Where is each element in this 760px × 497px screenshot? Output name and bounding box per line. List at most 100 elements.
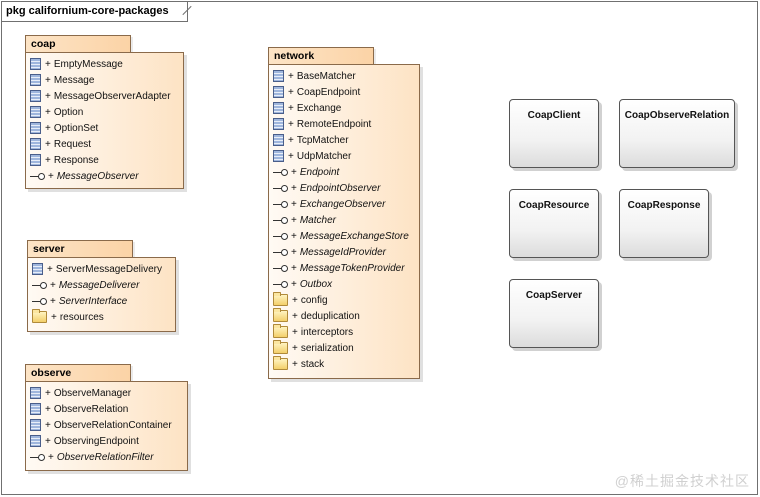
member-name: UdpMatcher [296, 150, 352, 162]
member-name: MessageObserver [56, 170, 139, 182]
visibility-marker: + [291, 166, 297, 178]
member-name: MessageTokenProvider [299, 262, 405, 274]
package-member[interactable]: + EmptyMessage [30, 56, 179, 72]
package-member[interactable]: + serialization [273, 340, 415, 356]
class-icon [30, 122, 41, 134]
visibility-marker: + [288, 150, 294, 162]
class-icon [273, 70, 284, 82]
package-member[interactable]: + EndpointObserver [273, 180, 415, 196]
folder-icon [32, 309, 47, 323]
package-member[interactable]: + UdpMatcher [273, 148, 415, 164]
class-coap-observe-relation[interactable]: CoapObserveRelation [619, 99, 735, 168]
member-name: BaseMatcher [296, 70, 356, 82]
visibility-marker: + [45, 435, 51, 447]
interface-icon [273, 198, 288, 211]
package-server-tab: server [27, 240, 133, 257]
package-member[interactable]: + Matcher [273, 212, 415, 228]
member-name: ObservingEndpoint [53, 435, 139, 447]
package-member[interactable]: + BaseMatcher [273, 68, 415, 84]
class-coap-client[interactable]: CoapClient [509, 99, 599, 168]
package-member[interactable]: + Message [30, 72, 179, 88]
member-name: deduplication [300, 310, 360, 322]
package-member[interactable]: + MessageObserver [30, 168, 179, 184]
package-member[interactable]: + Exchange [273, 100, 415, 116]
visibility-marker: + [288, 118, 294, 130]
package-member[interactable]: + ObserveRelationContainer [30, 417, 183, 433]
folder-icon [273, 356, 288, 370]
package-member[interactable]: + MessageObserverAdapter [30, 88, 179, 104]
package-observe-tab: observe [25, 364, 131, 381]
visibility-marker: + [45, 74, 51, 86]
visibility-marker: + [48, 451, 54, 463]
visibility-marker: + [292, 358, 298, 370]
package-member[interactable]: + MessageIdProvider [273, 244, 415, 260]
package-member[interactable]: + config [273, 292, 415, 308]
member-name: interceptors [300, 326, 354, 338]
class-icon [30, 90, 41, 102]
package-member[interactable]: + resources [32, 309, 171, 325]
class-coap-resource[interactable]: CoapResource [509, 189, 599, 258]
class-icon [273, 102, 284, 114]
member-name: Exchange [296, 102, 342, 114]
visibility-marker: + [51, 311, 57, 323]
class-icon [30, 419, 41, 431]
package-member[interactable]: + deduplication [273, 308, 415, 324]
visibility-marker: + [291, 182, 297, 194]
member-name: OptionSet [53, 122, 99, 134]
visibility-marker: + [45, 387, 51, 399]
package-member[interactable]: + Request [30, 136, 179, 152]
class-icon [273, 150, 284, 162]
member-name: Endpoint [299, 166, 340, 178]
package-member[interactable]: + ObserveRelation [30, 401, 183, 417]
package-member[interactable]: + ExchangeObserver [273, 196, 415, 212]
member-name: stack [300, 358, 325, 370]
package-member[interactable]: + stack [273, 356, 415, 372]
package-member[interactable]: + ObserveRelationFilter [30, 449, 183, 465]
visibility-marker: + [288, 102, 294, 114]
folder-icon [273, 324, 288, 338]
package-member[interactable]: + MessageExchangeStore [273, 228, 415, 244]
class-icon [30, 58, 41, 70]
package-member[interactable]: + ServerMessageDelivery [32, 261, 171, 277]
visibility-marker: + [292, 294, 298, 306]
package-member[interactable]: + ServerInterface [32, 293, 171, 309]
package-member[interactable]: + MessageDeliverer [32, 277, 171, 293]
member-name: ObserveRelationFilter [56, 451, 154, 463]
visibility-marker: + [291, 262, 297, 274]
package-member[interactable]: + OptionSet [30, 120, 179, 136]
member-name: ObserveRelation [53, 403, 129, 415]
member-name: MessageObserverAdapter [53, 90, 171, 102]
package-network-tab: network [268, 47, 374, 64]
visibility-marker: + [48, 170, 54, 182]
member-name: serialization [300, 342, 354, 354]
package-member[interactable]: + Endpoint [273, 164, 415, 180]
interface-icon [32, 295, 47, 308]
member-name: Message [53, 74, 95, 86]
interface-icon [273, 214, 288, 227]
package-observe-body: + ObserveManager + ObserveRelation + ObserveR… [25, 381, 188, 471]
member-name: ServerMessageDelivery [55, 263, 162, 275]
visibility-marker: + [45, 154, 51, 166]
member-name: Option [53, 106, 84, 118]
interface-icon [30, 170, 45, 183]
package-member[interactable]: + RemoteEndpoint [273, 116, 415, 132]
package-member[interactable]: + Outbox [273, 276, 415, 292]
interface-icon [273, 166, 288, 179]
package-member[interactable]: + Option [30, 104, 179, 120]
member-name: ObserveRelationContainer [53, 419, 172, 431]
class-coap-response[interactable]: CoapResponse [619, 189, 709, 258]
package-member[interactable]: + interceptors [273, 324, 415, 340]
member-name: EmptyMessage [53, 58, 123, 70]
package-member[interactable]: + MessageTokenProvider [273, 260, 415, 276]
class-icon [30, 106, 41, 118]
package-member[interactable]: + Response [30, 152, 179, 168]
package-member[interactable]: + ObservingEndpoint [30, 433, 183, 449]
visibility-marker: + [292, 342, 298, 354]
package-member[interactable]: + CoapEndpoint [273, 84, 415, 100]
package-member[interactable]: + TcpMatcher [273, 132, 415, 148]
member-name: EndpointObserver [299, 182, 381, 194]
package-member[interactable]: + ObserveManager [30, 385, 183, 401]
visibility-marker: + [45, 106, 51, 118]
member-name: ObserveManager [53, 387, 132, 399]
class-coap-server[interactable]: CoapServer [509, 279, 599, 348]
